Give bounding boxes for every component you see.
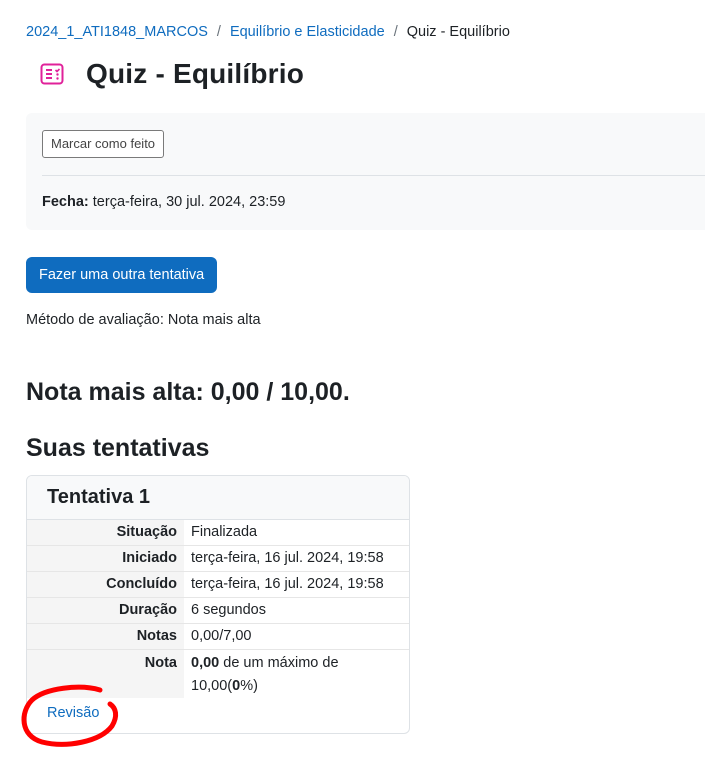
row-value: 6 segundos — [184, 597, 409, 624]
grade-value: 0,00 de um máximo de 10,00(0%) — [184, 650, 409, 699]
attempt-card: Tentativa 1 Situação Finalizada Iniciado… — [26, 475, 410, 734]
table-row: Nota 0,00 de um máximo de 10,00(0%) — [27, 649, 409, 699]
page-title: Quiz - Equilíbrio — [86, 58, 305, 89]
grade-score: 0,00 — [191, 655, 220, 671]
mark-as-done-button[interactable]: Marcar como feito — [42, 130, 165, 158]
close-date-label: Fecha: — [42, 194, 89, 210]
activity-info-panel: Marcar como feito Fecha: terça-feira, 30… — [26, 113, 705, 230]
page-header: Quiz - Equilíbrio — [38, 58, 304, 90]
row-label: Notas — [27, 623, 184, 650]
attempts-heading: Suas tentativas — [26, 434, 210, 462]
breadcrumb-current: Quiz - Equilíbrio — [406, 24, 510, 40]
grade-suffix: %) — [240, 678, 258, 694]
breadcrumb: 2024_1_ATI1848_MARCOS / Equilíbrio e Elast… — [26, 24, 510, 40]
row-value: terça-feira, 16 jul. 2024, 19:58 — [184, 545, 409, 572]
row-label: Iniciado — [27, 545, 184, 572]
row-label: Concluído — [27, 571, 184, 598]
reattempt-quiz-button[interactable]: Fazer uma outra tentativa — [26, 257, 218, 293]
quiz-page: 2024_1_ATI1848_MARCOS / Equilíbrio e Elast… — [0, 0, 705, 765]
breadcrumb-separator: / — [216, 24, 221, 40]
breadcrumb-section-link[interactable]: Equilíbrio e Elasticidade — [230, 24, 385, 40]
table-row: Situação Finalizada — [27, 520, 409, 546]
row-label: Duração — [27, 597, 184, 624]
row-value: terça-feira, 16 jul. 2024, 19:58 — [184, 571, 409, 598]
table-row: Concluído terça-feira, 16 jul. 2024, 19:… — [27, 571, 409, 598]
review-link[interactable]: Revisão — [47, 705, 99, 721]
breadcrumb-separator: / — [393, 24, 398, 40]
quiz-icon — [38, 60, 66, 88]
attempt-title: Tentativa 1 — [27, 476, 409, 520]
table-row: Notas 0,00/7,00 — [27, 623, 409, 650]
grading-method: Método de avaliação: Nota mais alta — [26, 312, 261, 328]
row-label: Nota — [27, 649, 184, 698]
table-row: Duração 6 segundos — [27, 597, 409, 624]
row-value: 0,00/7,00 — [184, 623, 409, 650]
attempt-summary-table: Situação Finalizada Iniciado terça-feira… — [27, 520, 409, 698]
breadcrumb-course-link[interactable]: 2024_1_ATI1848_MARCOS — [26, 24, 208, 40]
row-label: Situação — [27, 520, 184, 546]
close-date: Fecha: terça-feira, 30 jul. 2024, 23:59 — [42, 194, 285, 210]
grade-percent: 0 — [232, 678, 241, 694]
row-value: Finalizada — [184, 520, 409, 546]
divider — [42, 175, 705, 176]
table-row: Iniciado terça-feira, 16 jul. 2024, 19:5… — [27, 545, 409, 572]
highest-grade: Nota mais alta: 0,00 / 10,00. — [26, 378, 350, 406]
close-date-value: terça-feira, 30 jul. 2024, 23:59 — [92, 194, 286, 210]
